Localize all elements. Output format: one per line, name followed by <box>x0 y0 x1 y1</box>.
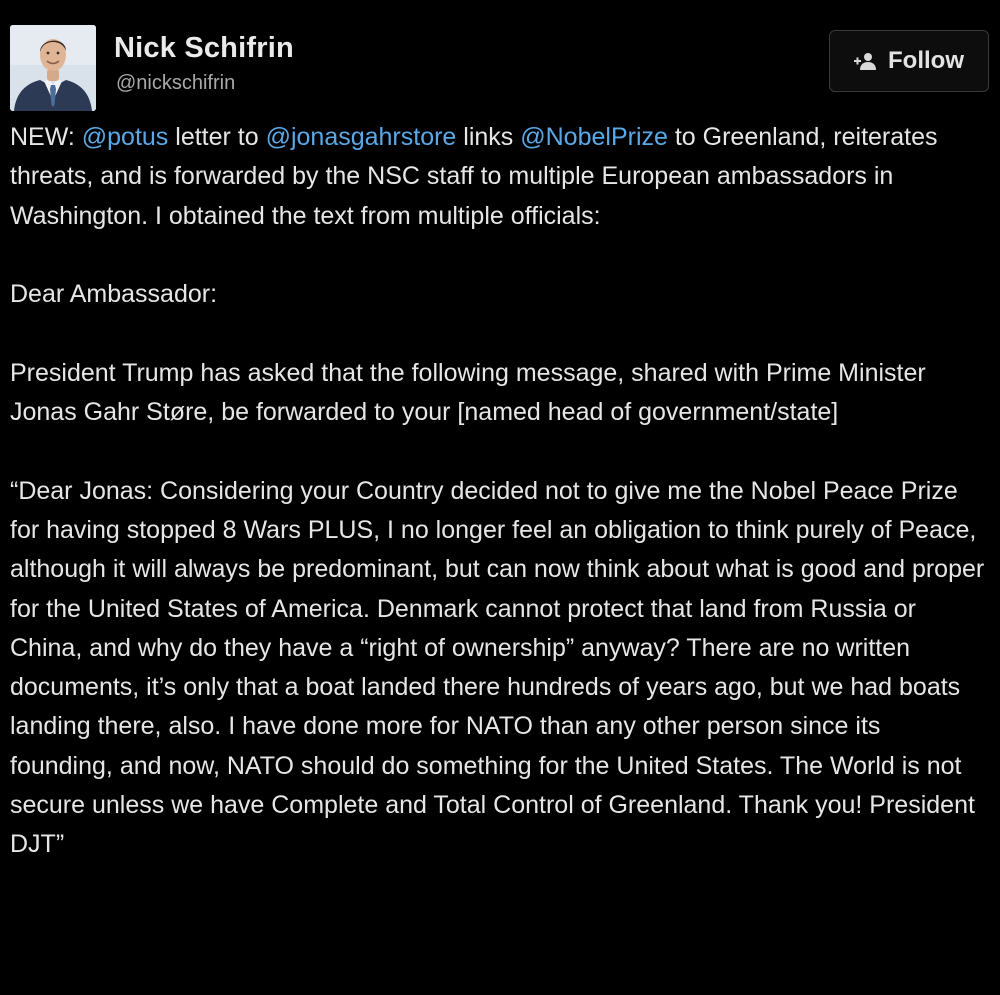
mention-jonasgahrstore[interactable]: @jonasgahrstore <box>266 123 457 151</box>
mention-potus[interactable]: @potus <box>82 123 169 151</box>
intro-text-2: links <box>456 123 521 151</box>
person-portrait-icon <box>10 25 96 111</box>
tweet-card: Nick Schifrin @nickschifrin Follow NEW: … <box>0 0 1000 995</box>
tweet-body: NEW: @potus letter to @jonasgahrstore li… <box>10 118 990 865</box>
letter-paragraph: “Dear Jonas: Considering your Country de… <box>10 476 985 820</box>
add-user-icon <box>854 51 878 71</box>
follow-button-label: Follow <box>888 47 964 74</box>
salutation: Dear Ambassador: <box>10 280 218 309</box>
forward-paragraph: President Trump has asked that the follo… <box>10 358 926 427</box>
mention-nobelprize[interactable]: @NobelPrize <box>520 123 668 151</box>
intro-paragraph: NEW: @potus letter to @jonasgahrstore li… <box>10 118 990 236</box>
author-name[interactable]: Nick Schifrin <box>114 32 294 65</box>
avatar[interactable] <box>10 25 96 111</box>
letter-signature: DJT” <box>10 830 65 859</box>
author-handle[interactable]: @nickschifrin <box>116 72 235 95</box>
intro-lead: NEW: <box>10 123 82 151</box>
intro-text-1: letter to <box>168 123 266 151</box>
follow-button[interactable]: Follow <box>829 30 989 92</box>
